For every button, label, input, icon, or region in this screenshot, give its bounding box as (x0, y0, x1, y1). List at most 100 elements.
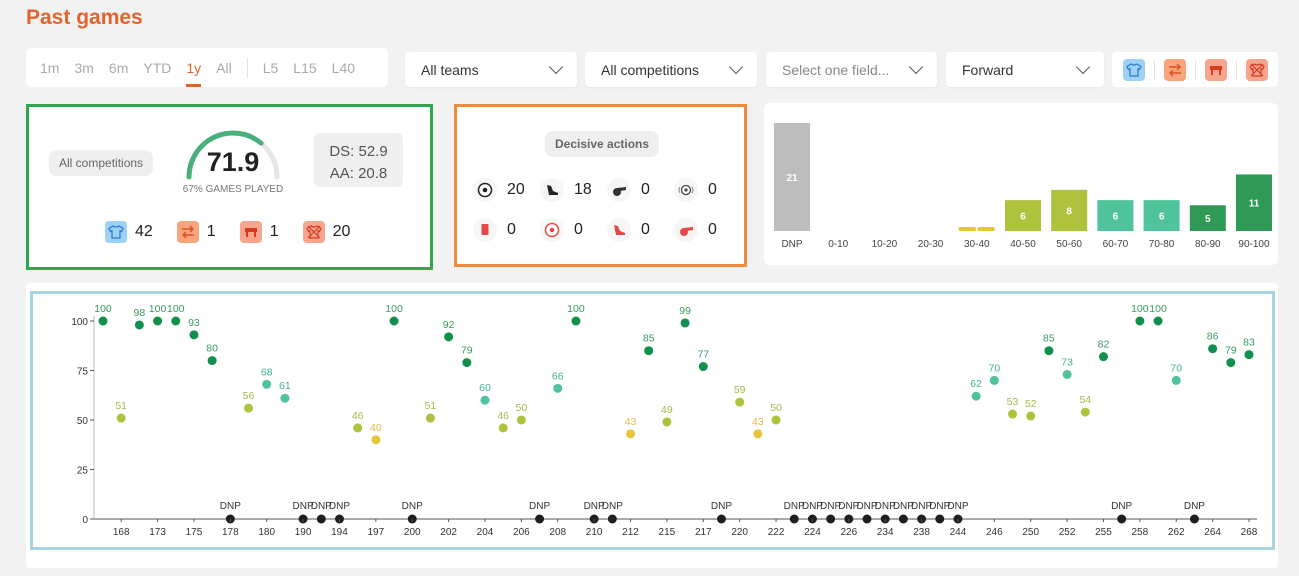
score-point (680, 318, 690, 328)
dnp-label: DNP (711, 501, 732, 512)
score-label: 54 (1079, 394, 1091, 406)
score-label: 52 (1025, 398, 1037, 410)
dnp-point (862, 514, 872, 524)
x-tick-label: 264 (1204, 527, 1221, 538)
scatter-svg: 02550751001005198 100 1009380DNP566861DNPD… (71, 303, 1257, 538)
score-label: 100 (1131, 303, 1149, 315)
x-tick-label: 215 (659, 527, 676, 538)
dnp-point (716, 514, 726, 524)
score-label: 40 (370, 422, 382, 434)
score-label: 59 (734, 384, 746, 396)
score-point (498, 423, 508, 433)
score-label: 100 (94, 303, 112, 315)
score-point (1171, 375, 1181, 385)
score-label: 77 (697, 349, 709, 361)
dnp-point (935, 514, 945, 524)
x-tick-label: 217 (695, 527, 712, 538)
x-tick-label: 208 (549, 527, 566, 538)
dnp-point (1117, 514, 1127, 524)
score-label: 100 (149, 303, 167, 315)
score-point (262, 379, 272, 389)
score-point (444, 332, 454, 342)
score-label: 68 (261, 366, 273, 378)
dnp-point (1189, 514, 1199, 524)
x-tick-label: 226 (840, 527, 857, 538)
dnp-point (789, 514, 799, 524)
score-label: 53 (1007, 396, 1019, 408)
score-point (171, 316, 181, 326)
score-point (280, 393, 290, 403)
score-point (771, 415, 781, 425)
score-label: 82 (1098, 339, 1110, 351)
score-point (389, 316, 399, 326)
score-point (462, 358, 472, 368)
score-label: 46 (352, 410, 364, 422)
y-tick-label: 25 (77, 466, 89, 477)
score-point (153, 316, 163, 326)
score-label: 100 (567, 303, 585, 315)
score-label: 56 (243, 390, 255, 402)
score-label: 50 (770, 402, 782, 414)
dnp-label: DNP (402, 501, 423, 512)
score-label: 80 (206, 343, 218, 355)
x-tick-label: 224 (804, 527, 821, 538)
score-label: 46 (497, 410, 509, 422)
score-point (207, 356, 217, 366)
score-point (1153, 316, 1163, 326)
score-point (98, 316, 108, 326)
score-point (989, 375, 999, 385)
x-tick-label: 168 (113, 527, 130, 538)
score-point (553, 383, 563, 393)
score-label: 61 (279, 380, 291, 392)
score-point (244, 403, 254, 413)
score-point (971, 391, 981, 401)
score-label: 100 (1149, 303, 1167, 315)
x-tick-label: 202 (440, 527, 457, 538)
score-point (571, 316, 581, 326)
x-tick-label: 197 (368, 527, 385, 538)
y-tick-label: 50 (77, 416, 89, 427)
score-point (189, 330, 199, 340)
score-point (480, 395, 490, 405)
x-tick-label: 200 (404, 527, 421, 538)
dnp-label: DNP (329, 501, 350, 512)
score-label: 51 (425, 400, 437, 412)
x-tick-label: 255 (1095, 527, 1112, 538)
score-point (1226, 358, 1236, 368)
dnp-label: DNP (529, 501, 550, 512)
score-label: 100 (385, 303, 403, 315)
score-label: 79 (1225, 345, 1237, 357)
x-tick-label: 190 (295, 527, 312, 538)
score-point (626, 429, 636, 439)
score-point (698, 362, 708, 372)
score-label: 49 (661, 404, 673, 416)
x-tick-label: 244 (950, 527, 967, 538)
score-label: 93 (188, 317, 200, 329)
score-label: 43 (625, 416, 637, 428)
dnp-label: DNP (220, 501, 241, 512)
x-tick-label: 252 (1059, 527, 1076, 538)
score-label: 43 (752, 416, 764, 428)
score-label: 98 (134, 307, 146, 319)
x-tick-label: 262 (1168, 527, 1185, 538)
x-tick-label: 246 (986, 527, 1003, 538)
score-point (1208, 344, 1218, 354)
x-tick-label: 173 (149, 527, 166, 538)
x-tick-label: 258 (1132, 527, 1149, 538)
x-tick-label: 194 (331, 527, 348, 538)
score-point (1135, 316, 1145, 326)
score-point (1098, 352, 1108, 362)
x-tick-label: 175 (186, 527, 203, 538)
score-point (662, 417, 672, 427)
dnp-label: DNP (602, 501, 623, 512)
score-label: 60 (479, 382, 491, 394)
dnp-point (607, 514, 617, 524)
dnp-label: DNP (1184, 501, 1205, 512)
x-tick-label: 178 (222, 527, 239, 538)
score-point (134, 320, 144, 330)
score-point (1008, 409, 1018, 419)
score-point (1062, 369, 1072, 379)
x-tick-label: 206 (513, 527, 530, 538)
score-label: 51 (115, 400, 127, 412)
dnp-point (316, 514, 326, 524)
